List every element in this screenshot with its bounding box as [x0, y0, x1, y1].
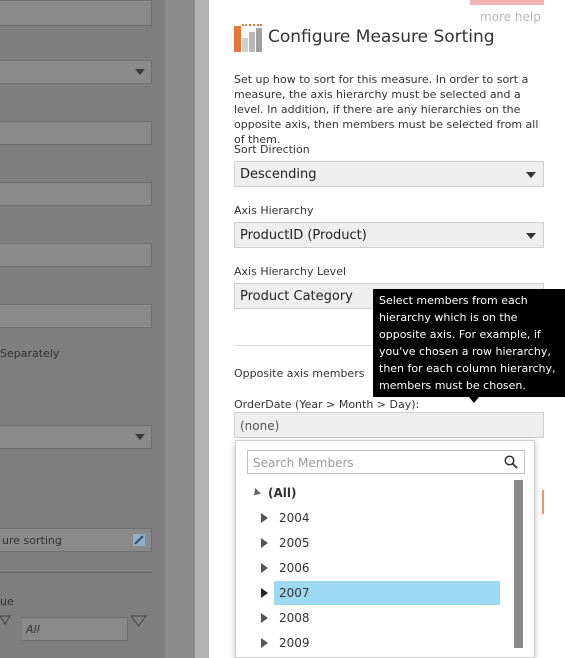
order-date-value: (none): [240, 419, 280, 433]
tree-item-label: 2004: [279, 511, 310, 525]
tree-item-label: 2009: [279, 636, 310, 650]
more-help-link[interactable]: more help: [480, 10, 541, 24]
background-divider: [0, 572, 152, 573]
tree-item-label: (All): [268, 486, 297, 500]
background-button-edge: [539, 490, 544, 514]
background-field: [0, 182, 152, 206]
background-label: Separately: [0, 347, 60, 360]
background-dropdown: [0, 425, 152, 449]
background-panel: [0, 0, 165, 658]
background-field: [0, 243, 152, 267]
axis-hierarchy-label: Axis Hierarchy: [234, 204, 314, 217]
sort-direction-value: Descending: [240, 167, 317, 182]
expand-arrow-icon[interactable]: [261, 613, 268, 623]
tree-item-label: 2008: [279, 611, 310, 625]
member-picker-popup: Search Members (All) 2004 2005 2006 2007…: [235, 440, 535, 658]
axis-hierarchy-value: ProductID (Product): [240, 228, 367, 243]
background-field: [0, 304, 152, 328]
expand-arrow-icon[interactable]: [261, 513, 268, 523]
background-dropdown: [0, 60, 152, 84]
tree-item-label: 2006: [279, 561, 310, 575]
tree-item-year[interactable]: 2009: [261, 631, 500, 655]
dialog-title: Configure Measure Sorting: [268, 27, 495, 47]
tooltip-arrow: [469, 397, 479, 403]
triangle-down-icon: [0, 615, 11, 625]
help-tooltip: Select members from each hierarchy which…: [373, 289, 565, 397]
search-input[interactable]: Search Members: [247, 450, 525, 474]
dialog-description: Set up how to sort for this measure. In …: [234, 73, 539, 146]
order-date-label: OrderDate (Year > Month > Day):: [234, 398, 420, 411]
tree-item-label: 2005: [279, 536, 310, 550]
background-field: ure sorting: [0, 528, 152, 552]
background-label: ure sorting: [2, 534, 62, 547]
background-strip: [195, 0, 209, 658]
tree-item-year[interactable]: 2008: [261, 606, 500, 630]
chevron-down-icon: [526, 233, 536, 239]
sort-direction-select[interactable]: Descending: [234, 161, 544, 187]
tree-item-year[interactable]: 2005: [261, 531, 500, 555]
order-date-members-field[interactable]: (none): [234, 412, 544, 438]
opposite-axis-members-label: Opposite axis members: [234, 367, 365, 380]
sort-direction-label: Sort Direction: [234, 143, 310, 156]
expand-arrow-icon[interactable]: [261, 538, 268, 548]
chevron-down-icon: [135, 69, 145, 75]
axis-hierarchy-level-label: Axis Hierarchy Level: [234, 265, 347, 278]
tree-item-year[interactable]: 2006: [261, 556, 500, 580]
background-label: ue: [0, 595, 14, 608]
axis-hierarchy-select[interactable]: ProductID (Product): [234, 222, 544, 248]
tree-item-label: 2007: [279, 586, 310, 600]
background-strip: [165, 0, 195, 658]
tree-item-all[interactable]: (All): [246, 481, 496, 505]
help-tab[interactable]: [470, 0, 544, 5]
search-icon[interactable]: [504, 455, 518, 469]
chevron-down-icon: [135, 434, 145, 440]
background-field: [0, 0, 152, 26]
background-field: All: [22, 617, 128, 641]
search-placeholder: Search Members: [253, 456, 354, 470]
expand-arrow-icon[interactable]: [261, 563, 268, 573]
member-list-scrollbar[interactable]: [514, 480, 523, 648]
tree-item-year-selected[interactable]: 2007: [261, 581, 500, 605]
expanded-arrow-icon[interactable]: [251, 488, 261, 498]
triangle-down-icon: [130, 615, 147, 627]
pencil-icon: [133, 534, 145, 546]
expand-arrow-icon[interactable]: [261, 638, 268, 648]
axis-hierarchy-level-value: Product Category: [240, 289, 353, 304]
background-value: All: [26, 623, 40, 636]
tree-item-year[interactable]: 2004: [261, 506, 500, 530]
expand-arrow-icon[interactable]: [261, 588, 268, 598]
background-field: [0, 121, 152, 145]
dundas-logo-icon: [234, 24, 262, 52]
chevron-down-icon: [526, 172, 536, 178]
